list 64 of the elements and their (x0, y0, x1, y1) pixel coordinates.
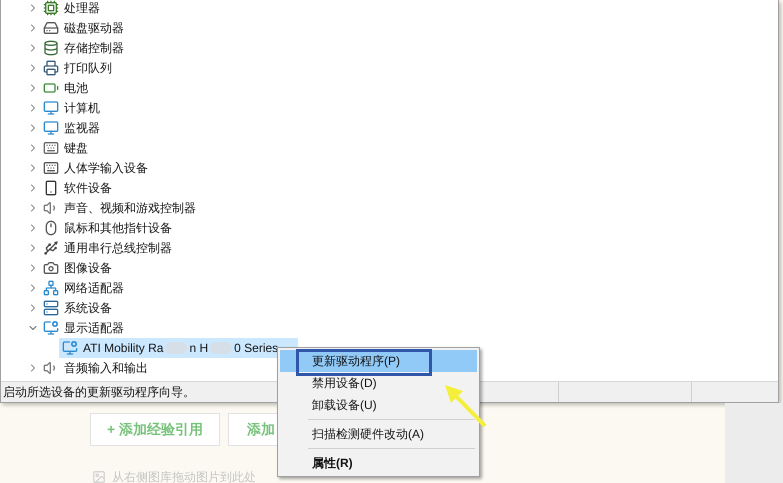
device-name-fragment: 0 Series (234, 340, 278, 357)
tree-item-label: 处理器 (64, 0, 100, 17)
tree-item[interactable]: 鼠标和其他指针设备 (27, 218, 174, 238)
tree-item[interactable]: 存储控制器 (27, 38, 126, 58)
tree-item[interactable]: 显示适配器 (27, 318, 126, 338)
menu-item[interactable]: 更新驱动程序(P) (280, 350, 477, 372)
tree-item-label: 显示适配器 (64, 320, 124, 337)
menu-item[interactable]: 禁用设备(D) (280, 372, 477, 394)
menu-item[interactable]: 卸载设备(U) (280, 394, 477, 423)
tree-item[interactable]: 键盘 (27, 138, 90, 158)
tree-item[interactable]: 音频输入和输出 (27, 358, 150, 378)
tree-item-label: 监视器 (64, 120, 100, 137)
tree-item-label: 键盘 (64, 140, 88, 157)
storage-icon (43, 40, 59, 56)
menu-item[interactable]: 扫描检测硬件改动(A) (280, 423, 477, 452)
tree-item-label: 磁盘驱动器 (64, 20, 124, 37)
tree-item-label: 通用串行总线控制器 (64, 240, 172, 257)
tree-item-label: 人体学输入设备 (64, 160, 148, 177)
tree-item-label: 软件设备 (64, 180, 112, 197)
tree-item[interactable]: ATI Mobility Ra n H 0 Series (59, 338, 298, 358)
image-icon (92, 470, 106, 483)
tree-item-label: 音频输入和输出 (64, 360, 148, 377)
display-adapter-icon (43, 320, 59, 336)
tree-item[interactable]: 图像设备 (27, 258, 114, 278)
network-icon (43, 280, 59, 296)
printer-icon (43, 60, 59, 76)
keyboard-icon (43, 140, 59, 156)
keyboard-icon (43, 160, 59, 176)
tree-item[interactable]: 监视器 (27, 118, 102, 138)
usb-icon (43, 240, 59, 256)
monitor-icon (43, 120, 59, 136)
tree-item[interactable]: 通用串行总线控制器 (27, 238, 174, 258)
tree-item[interactable]: 打印队列 (27, 58, 114, 78)
tree-item-label: 系统设备 (64, 300, 112, 317)
tree-item-label: 电池 (64, 80, 88, 97)
tree-item[interactable]: 网络适配器 (27, 278, 126, 298)
status-text: 启动所选设备的更新驱动程序向导。 (3, 384, 195, 401)
tree-item[interactable]: 计算机 (27, 98, 102, 118)
device-name-fragment: n H (189, 340, 208, 357)
tree-item-label: 存储控制器 (64, 40, 124, 57)
monitor-icon (43, 100, 59, 116)
tree-item-label: 声音、视频和游戏控制器 (64, 200, 196, 217)
arrow-drawing (443, 383, 488, 429)
tree-item[interactable]: 人体学输入设备 (27, 158, 150, 178)
tree-item-label: 图像设备 (64, 260, 112, 277)
tree-item[interactable]: 系统设备 (27, 298, 114, 318)
device-icon (43, 180, 59, 196)
chip-icon (43, 0, 59, 16)
tree-item-label: 网络适配器 (64, 280, 124, 297)
menu-item[interactable]: 属性(R) (280, 452, 477, 474)
drive-icon (43, 20, 59, 36)
mouse-icon (43, 220, 59, 236)
tree-item-label: 打印队列 (64, 60, 112, 77)
tree-item[interactable]: 磁盘驱动器 (27, 18, 126, 38)
tree-item-label: 鼠标和其他指针设备 (64, 220, 172, 237)
tree-item[interactable]: 软件设备 (27, 178, 114, 198)
tree-item[interactable]: 处理器 (27, 0, 102, 18)
tree-item[interactable]: 声音、视频和游戏控制器 (27, 198, 198, 218)
system-device-icon (43, 300, 59, 316)
tree-item-label: 计算机 (64, 100, 100, 117)
camera-icon (43, 260, 59, 276)
device-name-fragment: ATI Mobility Ra (83, 340, 164, 357)
display-adapter-icon (62, 340, 78, 356)
tree-item[interactable]: 电池 (27, 78, 90, 98)
